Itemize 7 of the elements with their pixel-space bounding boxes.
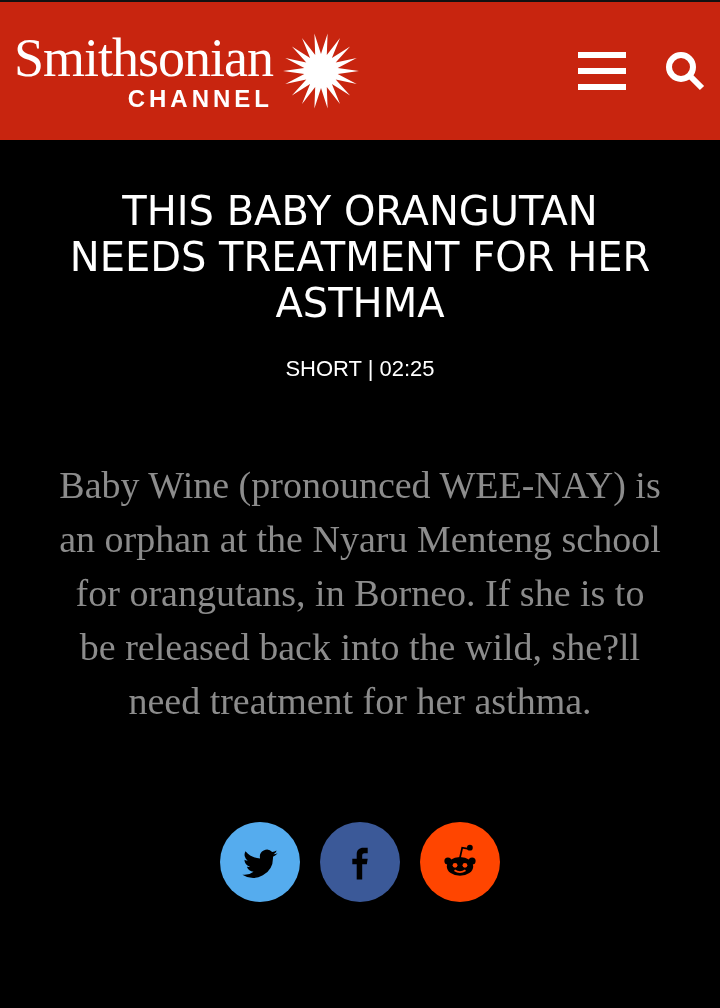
menu-button[interactable] [578,52,626,90]
video-meta: SHORT | 02:25 [285,358,435,380]
search-button[interactable] [664,50,706,92]
logo-subtitle: CHANNEL [127,87,274,111]
logo-name: Smithsonian [14,31,274,85]
video-description: Baby Wine (pronounced WEE-NAY) is an orphan at the Nyaru Menteng school for orangutans, in Borneo. If she is to be released back into the wild, she?ll need treatment for her asthma. [58,463,662,724]
video-title: THIS BABY ORANGUTAN NEEDS TREATMENT FOR HER ASTHMA [68,188,652,326]
